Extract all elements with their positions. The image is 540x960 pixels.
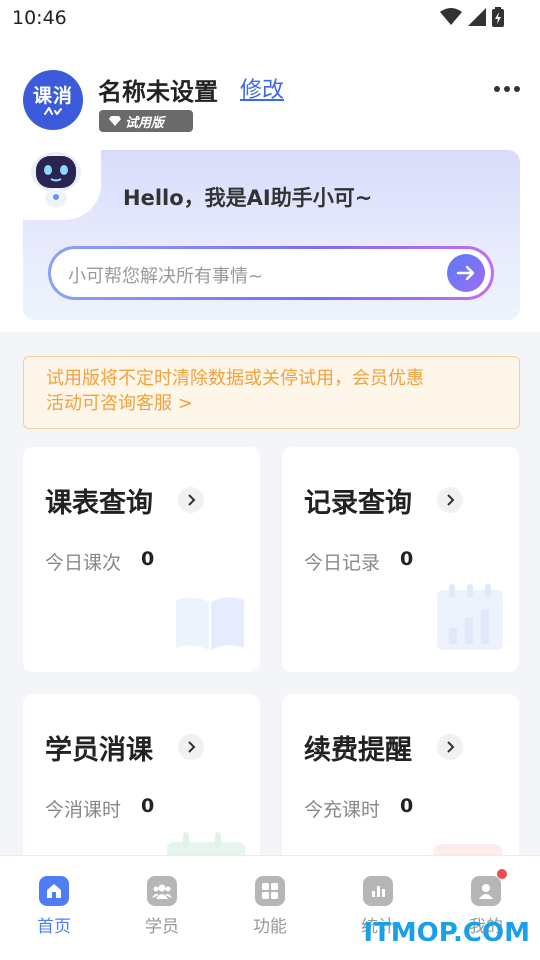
card-title: 续费提醒 [304,735,412,766]
card-label: 今消课时 [45,799,122,821]
nav-label: 功能 [253,917,287,937]
robot-icon [31,152,81,207]
book-icon [176,597,244,650]
trial-badge-label: 试用版 [125,115,165,131]
nav-label: 首页 [37,917,71,937]
trial-notice-banner[interactable]: 试用版将不定时清除数据或关停试用，会员优惠 活动可咨询客服 > [23,356,520,429]
card-record-query[interactable]: 记录查询 今日记录 0 [282,447,519,672]
avatar-logo-icon [44,107,62,115]
card-title: 课表查询 [45,488,153,519]
watermark: ITMOP.COM [363,918,530,948]
notification-dot [497,869,507,879]
card-label: 今日记录 [304,552,381,574]
card-label: 今充课时 [304,799,381,821]
card-value: 0 [141,795,155,817]
chevron-right-icon [178,487,204,513]
card-schedule-query[interactable]: 课表查询 今日课次 0 [23,447,260,672]
account-name: 名称未设置 [98,78,218,106]
avatar-text: 课消 [32,85,73,107]
assistant-input[interactable]: 小可帮您解决所有事情~ [48,246,494,300]
chevron-right-icon [437,487,463,513]
nav-item-functions[interactable]: 功能 [238,876,302,937]
card-title: 记录查询 [304,488,412,519]
bar-chart-icon [363,876,393,906]
more-icon[interactable] [494,86,520,92]
notice-line-1: 试用版将不定时清除数据或关停试用，会员优惠 [46,368,424,389]
card-value: 0 [400,795,414,817]
send-arrow-button[interactable] [447,254,485,292]
battery-icon [492,7,504,27]
edit-name-link[interactable]: 修改 [240,72,284,104]
assistant-greeting: Hello，我是AI助手小可~ [123,186,373,210]
status-time: 10:46 [12,7,67,29]
nav-label: 学员 [145,917,179,937]
notice-line-2: 活动可咨询客服 > [46,393,193,414]
home-icon [39,876,69,906]
chevron-right-icon [178,734,204,760]
calendar-chart-icon [437,584,503,650]
profile-icon [471,869,507,906]
status-icons [440,7,504,27]
card-value: 0 [400,548,414,570]
users-icon [147,876,177,906]
diamond-icon [109,116,121,126]
status-bar: 10:46 [0,0,540,36]
nav-item-home[interactable]: 首页 [22,876,86,937]
card-value: 0 [141,548,155,570]
card-label: 今日课次 [45,552,122,574]
arrow-right-icon [456,265,475,281]
wifi-icon [440,8,462,25]
card-title: 学员消课 [45,735,153,766]
nav-item-students[interactable]: 学员 [130,876,194,937]
chevron-right-icon [437,734,463,760]
avatar[interactable]: 课消 [23,70,83,130]
trial-badge: 试用版 [99,110,193,132]
grid-icon [255,876,285,906]
assistant-input-placeholder: 小可帮您解决所有事情~ [68,266,264,287]
signal-icon [468,8,486,26]
